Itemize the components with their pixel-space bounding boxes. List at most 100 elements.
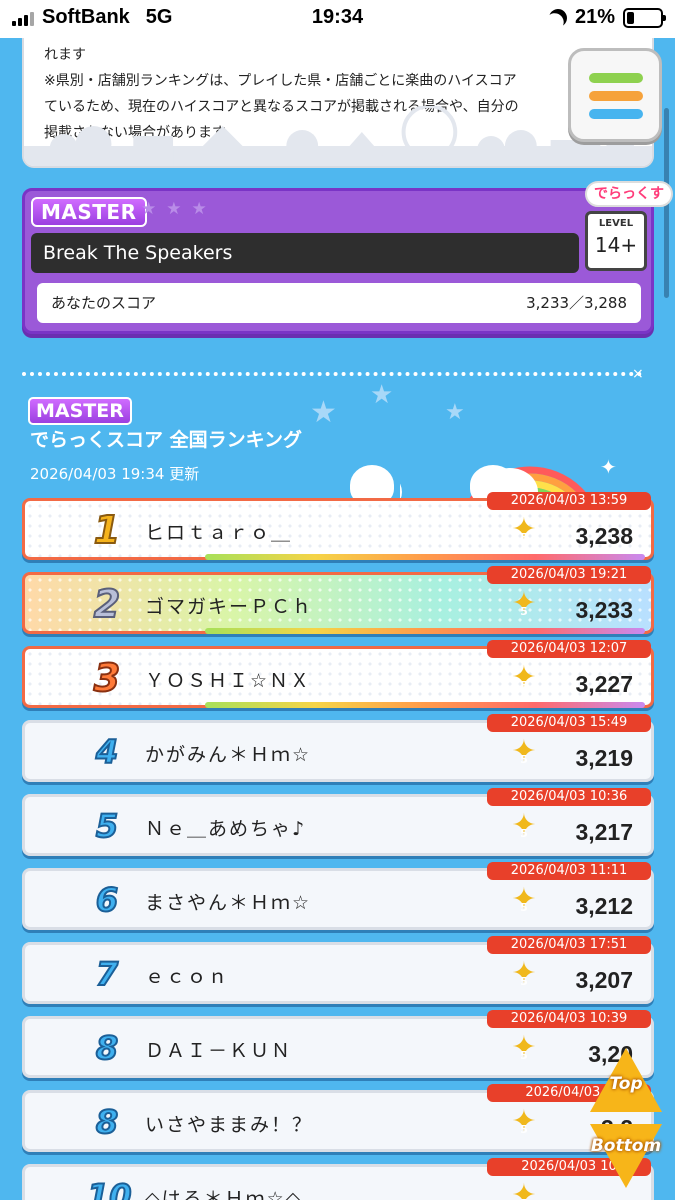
- play-date: 2026/04/03 19:21: [487, 566, 651, 584]
- menu-button[interactable]: [568, 48, 662, 142]
- your-score-bar: あなたのスコア 3,233／3,288: [37, 283, 641, 323]
- rainbow-stripe: [205, 702, 645, 708]
- ranking-row[interactable]: 5 Ｎｅ＿あめちゃ♪ 2026/04/03 10:36 ✦ 5 3,217: [22, 788, 654, 856]
- medal-icon: ✦5: [509, 811, 539, 841]
- ranking-difficulty-badge: MASTER: [28, 397, 132, 425]
- rank-number: 8: [95, 1028, 119, 1068]
- ranking-row[interactable]: 8 いさやままみ！？ 2026/04/03 1 ✦ 5 3,2: [22, 1084, 654, 1152]
- status-right: 21%: [546, 5, 666, 30]
- medal-icon: ✦5: [509, 1033, 539, 1063]
- ranking-row[interactable]: 3 ＹＯＳＨＩ☆ＮＸ 2026/04/03 12:07 ✦ 5 3,227: [22, 640, 654, 708]
- medal-icon: ✦5: [509, 589, 539, 619]
- play-date: 2026/04/03 15:49: [487, 714, 651, 732]
- menu-bar-blue: [589, 109, 643, 119]
- scroll-top-label: Top: [609, 1074, 643, 1094]
- medal-label: 5: [520, 679, 528, 692]
- medal-label: 5: [520, 531, 528, 544]
- medal-icon: ✦5: [509, 515, 539, 545]
- medal-icon: ✦5: [509, 737, 539, 767]
- play-date: 2026/04/03 17:51: [487, 936, 651, 954]
- rank-number: 2: [93, 581, 121, 627]
- close-icon: ×: [632, 366, 644, 382]
- song-title: Break The Speakers: [31, 233, 579, 273]
- rank-number: 7: [95, 954, 119, 994]
- player-name: ｅｃｏｎ: [145, 966, 230, 988]
- medal-label: 5: [520, 1123, 528, 1136]
- scroll-bottom-button[interactable]: Bottom: [588, 1120, 664, 1188]
- rank-number: 5: [95, 806, 119, 846]
- star-decoration-icon: ★: [445, 400, 465, 425]
- play-date: 2026/04/03 10:39: [487, 1010, 651, 1028]
- medal-icon: ✦5: [509, 1181, 539, 1200]
- player-name: ◇はる＊Ｈｍ☆◇: [145, 1188, 303, 1200]
- medal-label: 5: [520, 975, 528, 988]
- difficulty-stars: ★★★: [141, 199, 217, 219]
- player-score: 3,207: [575, 967, 633, 993]
- notice-box: れます ※県別・店舗別ランキングは、プレイした県・店舗ごとに楽曲のハイスコア て…: [22, 38, 654, 168]
- level-value: 14+: [594, 233, 638, 257]
- amusement-park-skyline: [24, 106, 652, 166]
- arrow-down-icon: [590, 1124, 662, 1188]
- ranking-updated: 2026/04/03 19:34 更新: [30, 465, 200, 483]
- rainbow-stripe: [205, 628, 645, 634]
- battery-percent: 21%: [574, 6, 615, 28]
- medal-label: 5: [509, 1189, 539, 1200]
- medal-label: 5: [520, 827, 528, 840]
- battery-icon: [623, 7, 666, 28]
- player-name: Ｎｅ＿あめちゃ♪: [145, 818, 307, 840]
- ranking-title: でらっくスコア 全国ランキング: [30, 429, 303, 451]
- medal-label: 5: [520, 1049, 528, 1062]
- player-score: 3,238: [575, 523, 633, 549]
- ranking-row[interactable]: 6 まさやん＊Ｈｍ☆ 2026/04/03 11:11 ✦ 5 3,212: [22, 862, 654, 930]
- player-score: 3,217: [575, 819, 633, 845]
- status-bar: SoftBank 5G 19:34 21%: [0, 0, 675, 38]
- song-card: MASTER ★★★ でらっくす Break The Speakers LEVE…: [22, 181, 673, 334]
- star-decoration-icon: ★: [310, 395, 337, 430]
- ranking-row[interactable]: 7 ｅｃｏｎ 2026/04/03 17:51 ✦ 5 3,207: [22, 936, 654, 1004]
- moon-icon: [546, 5, 571, 30]
- level-box: LEVEL 14+: [585, 211, 647, 271]
- difficulty-badge: MASTER: [31, 197, 147, 227]
- player-name: ヒロｔａｒｏ＿: [145, 522, 293, 544]
- medal-icon: ✦5: [509, 663, 539, 693]
- player-score: 3,233: [575, 597, 633, 623]
- level-label: LEVEL: [598, 218, 634, 229]
- notice-line: ※県別・店舗別ランキングは、プレイした県・店舗ごとに楽曲のハイスコア: [44, 73, 517, 89]
- medal-label: 5: [520, 753, 528, 766]
- player-name: かがみん＊Ｈｍ☆: [145, 744, 312, 766]
- medal-icon: ✦5: [509, 1107, 539, 1137]
- player-score: 3,227: [575, 671, 633, 697]
- ranking-row[interactable]: 1 ヒロｔａｒｏ＿ 2026/04/03 13:59 ✦ 5 3,238: [22, 492, 654, 560]
- player-score: 3,212: [575, 893, 633, 919]
- rank-number: 6: [95, 880, 119, 920]
- rank-number: 3: [93, 655, 121, 701]
- notice-line: れます: [44, 47, 86, 63]
- medal-label: 5: [520, 901, 528, 914]
- player-name: まさやん＊Ｈｍ☆: [145, 892, 312, 914]
- player-name: いさやままみ！？: [145, 1114, 314, 1136]
- player-name: ゴマガキーＰＣｈ: [145, 596, 314, 618]
- play-date: 2026/04/03 13:59: [487, 492, 651, 510]
- deluxe-tag: でらっくす: [585, 181, 673, 207]
- rank-number: 1: [93, 507, 121, 553]
- rainbow-stripe: [205, 554, 645, 560]
- star-decoration-icon: ★: [370, 380, 394, 410]
- scroll-bottom-label: Bottom: [590, 1136, 662, 1156]
- scroll-top-button[interactable]: Top: [588, 1048, 664, 1116]
- medal-label: 5: [520, 605, 528, 618]
- menu-bar-orange: [589, 91, 643, 101]
- ranking-row[interactable]: 4 かがみん＊Ｈｍ☆ 2026/04/03 15:49 ✦ 5 3,219: [22, 714, 654, 782]
- your-score-label: あなたのスコア: [51, 294, 157, 312]
- rank-number: 10: [86, 1176, 133, 1200]
- medal-icon: ✦5: [509, 959, 539, 989]
- ranking-row[interactable]: 2 ゴマガキーＰＣｈ 2026/04/03 19:21 ✦ 5 3,233: [22, 566, 654, 634]
- player-score: 3,219: [575, 745, 633, 771]
- play-date: 2026/04/03 10:36: [487, 788, 651, 806]
- ranking-row[interactable]: 8 ＤＡＩ－ＫＵＮ 2026/04/03 10:39 ✦ 5 3,20: [22, 1010, 654, 1078]
- player-name: ＤＡＩ－ＫＵＮ: [145, 1040, 293, 1062]
- menu-bar-green: [589, 73, 643, 83]
- play-date: 2026/04/03 12:07: [487, 640, 651, 658]
- ranking-row[interactable]: 10◇はる＊Ｈｍ☆◇2026/04/03 10✦5: [22, 1158, 654, 1200]
- player-name: ＹＯＳＨＩ☆ＮＸ: [145, 670, 312, 692]
- rank-number: 4: [95, 732, 119, 772]
